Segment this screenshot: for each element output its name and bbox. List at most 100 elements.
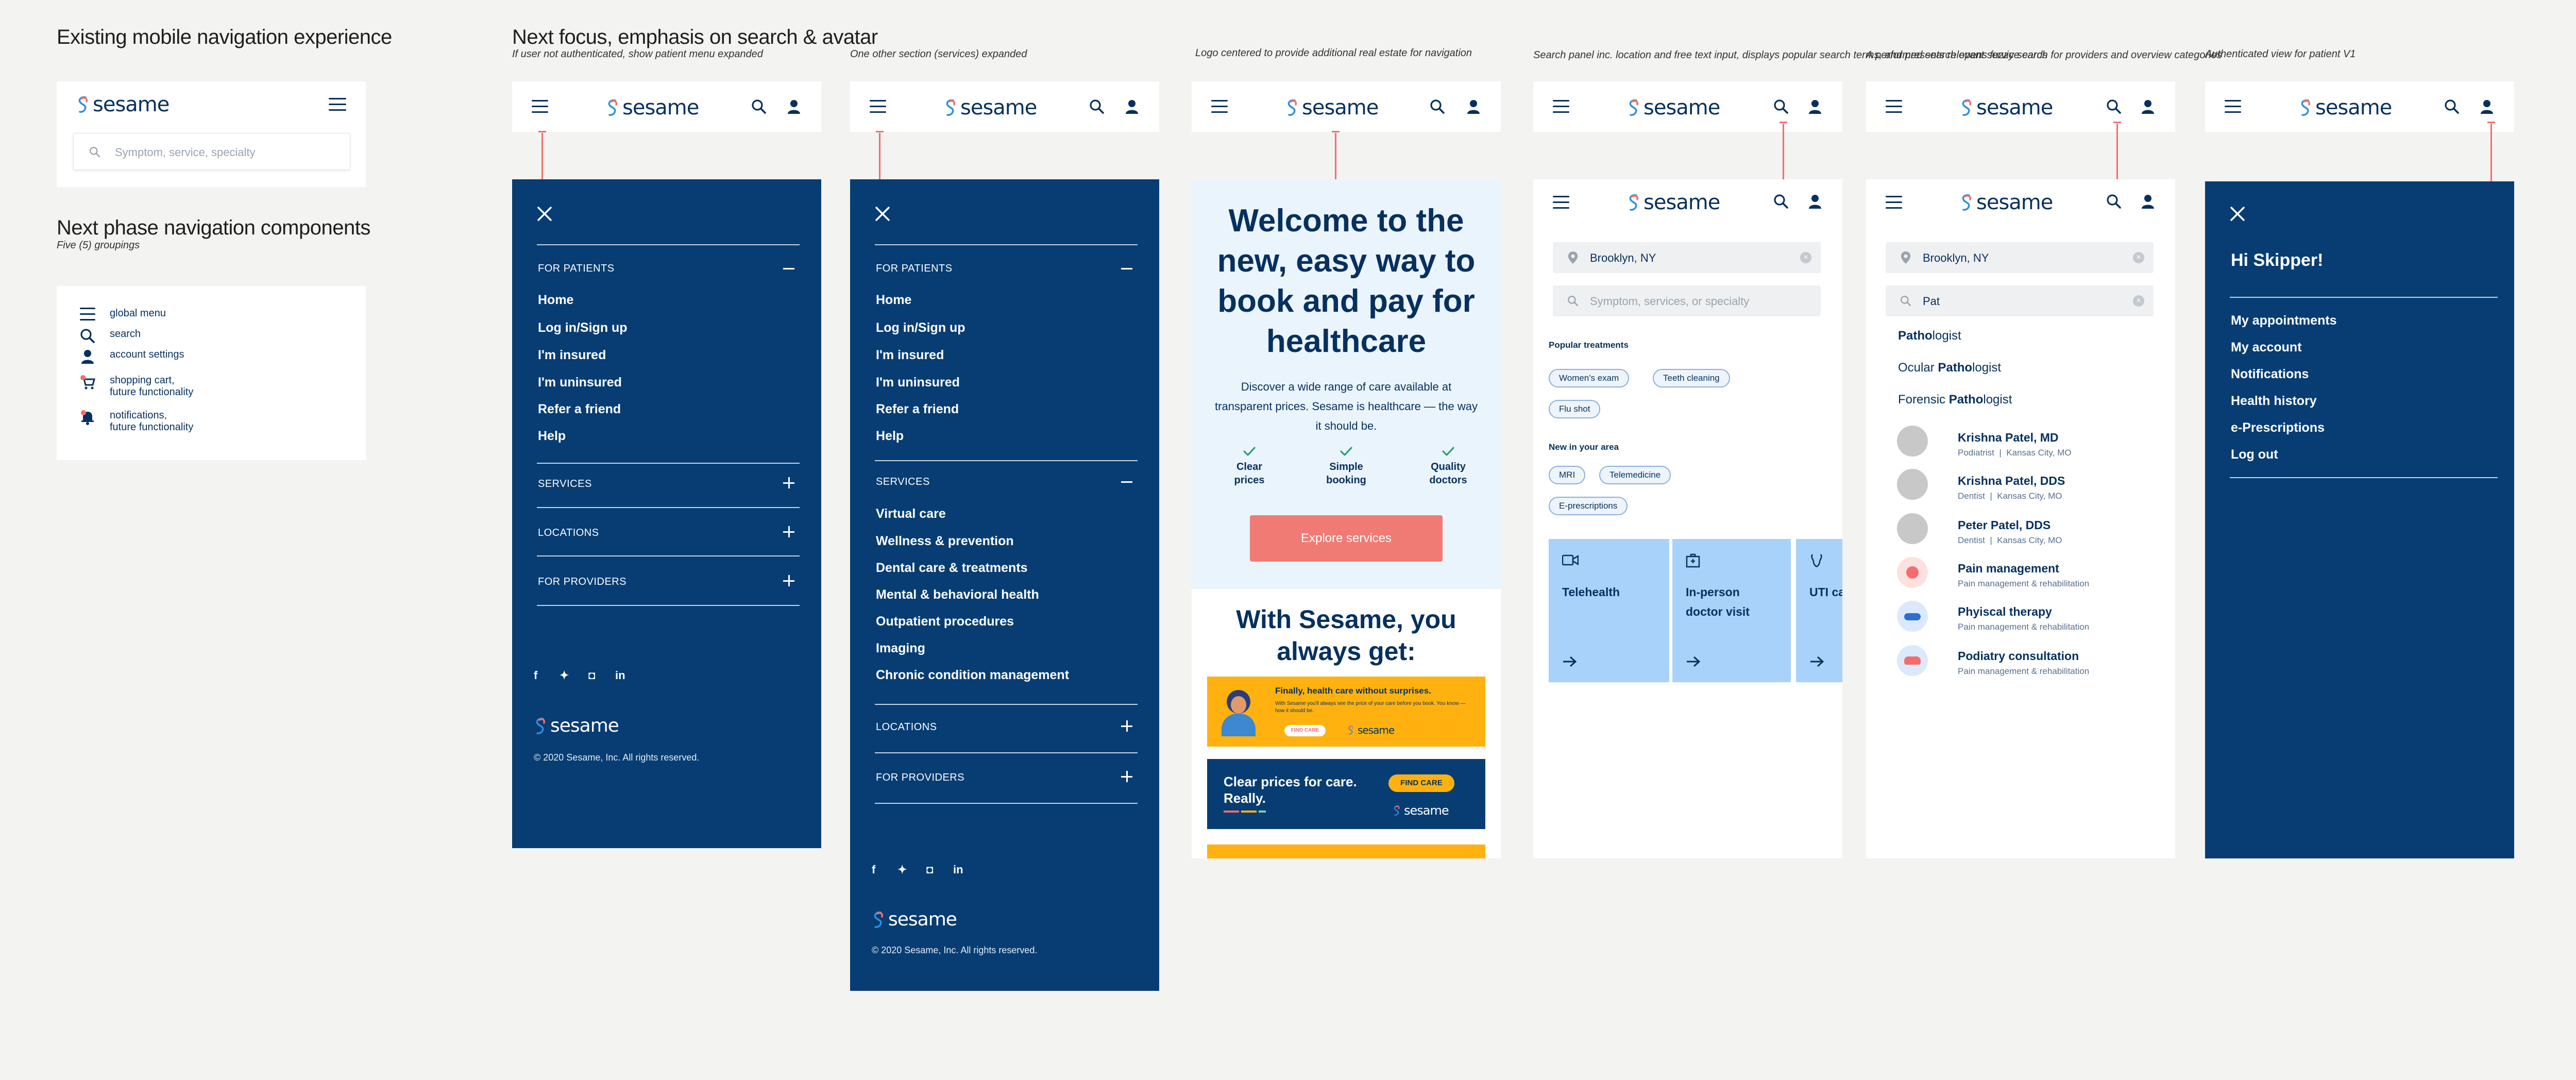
search-icon[interactable] [2106, 194, 2122, 209]
banner1-find-care-button[interactable]: FIND CARE [1284, 725, 1326, 736]
clear-icon[interactable]: × [2133, 295, 2144, 307]
hamburger-icon[interactable] [1553, 196, 1569, 213]
search-icon[interactable] [2444, 99, 2460, 114]
facebook-icon[interactable]: f [872, 863, 875, 876]
suggestion-item[interactable]: Ocular Pathologist [1898, 361, 2001, 375]
menu-mental-health[interactable]: Mental & behavioral health [876, 587, 1039, 602]
close-icon[interactable] [2230, 206, 2245, 222]
menu-dental[interactable]: Dental care & treatments [876, 561, 1028, 576]
user-icon[interactable] [2479, 99, 2495, 114]
menu-login[interactable]: Log in/Sign up [538, 320, 628, 335]
search-icon[interactable] [1430, 99, 1445, 114]
menu-wellness[interactable]: Wellness & prevention [876, 534, 1014, 549]
hamburger-icon[interactable] [1886, 196, 1902, 213]
hamburger-icon[interactable] [1553, 100, 1569, 113]
user-icon[interactable] [2140, 194, 2156, 209]
sesame-logo[interactable]: sesame [2299, 96, 2392, 120]
hamburger-icon[interactable] [870, 100, 886, 113]
category-result[interactable]: Phyiscal therapy Pain management & rehab… [1958, 605, 2089, 632]
twitter-icon[interactable]: ✦ [560, 669, 569, 682]
search-icon[interactable] [1773, 99, 1789, 114]
banner2-find-care-button[interactable]: FIND CARE [1388, 774, 1454, 792]
instagram-icon[interactable]: ◘ [588, 669, 595, 682]
menu-outpatient[interactable]: Outpatient procedures [876, 614, 1014, 629]
menu-imaging[interactable]: Imaging [876, 641, 925, 656]
menu-refer[interactable]: Refer a friend [876, 402, 959, 417]
user-icon[interactable] [1807, 99, 1823, 114]
user-icon[interactable] [2140, 99, 2156, 114]
hamburger-icon[interactable] [1886, 100, 1902, 113]
menu-home[interactable]: Home [538, 293, 573, 308]
location-input[interactable]: Brooklyn, NY × [1886, 242, 2154, 273]
clear-icon[interactable]: × [1800, 252, 1811, 263]
hamburger-icon[interactable] [532, 100, 548, 113]
menu-chronic[interactable]: Chronic condition management [876, 668, 1069, 683]
symptom-search-input[interactable]: Symptom, services, or specialty [1553, 285, 1821, 316]
sesame-logo[interactable]: sesame [606, 96, 699, 120]
banner-clear-prices[interactable]: Clear prices for care. Really. FIND CARE… [1207, 759, 1485, 829]
sesame-logo[interactable]: sesame [76, 93, 170, 116]
provider-result[interactable]: Krishna Patel, MD Podiatrist | Kansas Ci… [1958, 431, 2071, 458]
menu-health-history[interactable]: Health history [2231, 394, 2317, 409]
menu-login[interactable]: Log in/Sign up [876, 320, 965, 335]
symptom-search-input[interactable]: Pat × [1886, 285, 2154, 316]
section-for-providers[interactable]: FOR PROVIDERS [538, 576, 626, 588]
menu-virtual-care[interactable]: Virtual care [876, 507, 946, 521]
hamburger-menu-button[interactable] [329, 98, 346, 111]
category-result[interactable]: Podiatry consultation Pain management & … [1958, 649, 2089, 677]
menu-my-account[interactable]: My account [2231, 340, 2302, 355]
location-input[interactable]: Brooklyn, NY × [1553, 242, 1821, 273]
search-icon[interactable] [751, 99, 767, 114]
section-for-patients[interactable]: FOR PATIENTS [538, 263, 615, 275]
sesame-logo[interactable]: sesame [944, 96, 1037, 120]
section-services[interactable]: SERVICES [876, 476, 930, 488]
menu-my-appointments[interactable]: My appointments [2231, 313, 2337, 328]
explore-services-button[interactable]: Explore services [1250, 515, 1443, 562]
service-card-uti[interactable]: UTI care [1796, 539, 1842, 682]
menu-help[interactable]: Help [538, 429, 566, 444]
menu-insured[interactable]: I'm insured [876, 348, 944, 363]
chip-e-prescriptions[interactable]: E-prescriptions [1549, 497, 1628, 515]
provider-result[interactable]: Krishna Patel, DDS Dentist | Kansas City… [1958, 474, 2065, 501]
chip-telemedicine[interactable]: Telemedicine [1599, 466, 1671, 484]
suggestion-item[interactable]: Pathologist [1898, 329, 1961, 343]
banner-no-surprises[interactable]: Finally, health care without surprises. … [1207, 677, 1485, 747]
menu-help[interactable]: Help [876, 429, 904, 444]
plus-icon[interactable] [1121, 720, 1132, 732]
user-icon[interactable] [1807, 194, 1823, 209]
menu-uninsured[interactable]: I'm uninsured [876, 375, 960, 390]
suggestion-item[interactable]: Forensic Pathologist [1898, 393, 2012, 407]
section-for-providers[interactable]: FOR PROVIDERS [876, 772, 964, 784]
section-locations[interactable]: LOCATIONS [876, 721, 937, 733]
plus-icon[interactable] [783, 526, 794, 537]
sesame-logo[interactable]: sesame [1627, 191, 1720, 214]
existing-search-input[interactable]: Symptom, service, specialty [73, 133, 350, 170]
minus-icon[interactable] [1121, 263, 1132, 274]
linkedin-icon[interactable]: in [953, 863, 963, 876]
section-locations[interactable]: LOCATIONS [538, 527, 599, 539]
hamburger-icon[interactable] [1211, 100, 1228, 113]
section-for-patients[interactable]: FOR PATIENTS [876, 263, 953, 275]
user-icon[interactable] [1466, 99, 1481, 114]
facebook-icon[interactable]: f [534, 669, 537, 682]
close-icon[interactable] [875, 206, 890, 222]
menu-uninsured[interactable]: I'm uninsured [538, 375, 622, 390]
sesame-logo[interactable]: sesame [1960, 96, 2053, 120]
hamburger-icon[interactable] [2225, 100, 2241, 113]
search-icon[interactable] [2106, 99, 2122, 114]
instagram-icon[interactable]: ◘ [926, 863, 933, 876]
sesame-logo-footer[interactable]: sesame [872, 909, 957, 930]
user-icon[interactable] [1124, 99, 1140, 114]
plus-icon[interactable] [1121, 771, 1132, 782]
section-services[interactable]: SERVICES [538, 478, 592, 490]
menu-log-out[interactable]: Log out [2231, 447, 2278, 462]
plus-icon[interactable] [783, 575, 794, 586]
sesame-logo[interactable]: sesame [1960, 191, 2053, 214]
service-card-telehealth[interactable]: Telehealth [1549, 539, 1669, 682]
user-icon[interactable] [786, 99, 802, 114]
chip-womens-exam[interactable]: Women's exam [1549, 369, 1630, 387]
clear-icon[interactable]: × [2133, 252, 2144, 263]
sesame-logo[interactable]: sesame [1285, 96, 1379, 120]
search-icon[interactable] [1773, 194, 1789, 209]
service-card-in-person[interactable]: In-person doctor visit [1672, 539, 1791, 682]
